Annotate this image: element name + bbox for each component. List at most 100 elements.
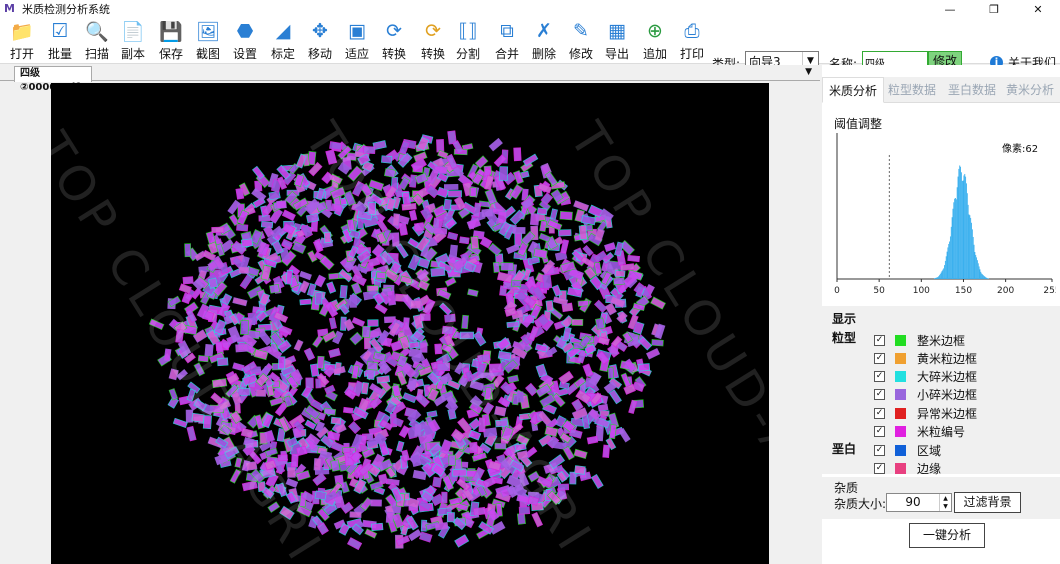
- display-option-label: 异常米边框: [917, 406, 978, 421]
- histogram-bar: [937, 277, 939, 279]
- tool-button-convert-color[interactable]: ⟳ 转换: [416, 20, 450, 62]
- maximize-button[interactable]: ❐: [972, 0, 1016, 18]
- tab-chalk-data[interactable]: 垩白数据: [948, 77, 996, 103]
- histogram-bar: [975, 254, 977, 279]
- tab-rice-analysis[interactable]: 米质分析: [822, 77, 885, 103]
- display-option-row[interactable]: ✓ 米粒编号: [874, 423, 965, 439]
- title-bar: M 米质检测分析系统 — ❐ ✕: [0, 0, 1060, 18]
- display-option-row[interactable]: ✓ 边缘: [874, 460, 941, 476]
- color-swatch: [895, 444, 906, 456]
- tab-list-dropdown-icon[interactable]: ▼: [805, 67, 812, 77]
- color-swatch: [895, 388, 906, 400]
- checkbox[interactable]: ✓: [874, 462, 885, 474]
- histogram-bar: [955, 199, 957, 279]
- tool-button-export[interactable]: ▦ 导出: [600, 20, 634, 62]
- tool-label: 导出: [604, 47, 629, 61]
- move-icon: ✥: [312, 20, 328, 42]
- document-tab[interactable]: 四级②00003.tif: [14, 66, 92, 93]
- tool-button-append[interactable]: ⊕ 追加: [638, 20, 672, 62]
- tool-button-split[interactable]: ⟦⟧ 分割: [451, 20, 485, 62]
- display-option-row[interactable]: ✓ 黄米粒边框: [874, 350, 977, 366]
- tab-grain-data[interactable]: 粒型数据: [888, 77, 936, 103]
- tab-yellow-analysis[interactable]: 黄米分析: [1006, 77, 1054, 103]
- filter-background-button[interactable]: 过滤背景: [954, 492, 1021, 513]
- tool-label: 删除: [531, 47, 556, 61]
- tool-button-folder[interactable]: 📁 打开: [5, 20, 39, 62]
- tool-button-screenshot[interactable]: 🖼 截图: [191, 20, 225, 62]
- tool-label: 打开: [9, 47, 34, 61]
- image-viewer[interactable]: TOP CLOUD-AGRI TOP CLOUD-AGRI TOP CLOUD-…: [51, 83, 769, 564]
- tool-button-print[interactable]: ⎙ 打印: [675, 20, 709, 62]
- tool-button-copy[interactable]: 📄 副本: [116, 20, 150, 62]
- tool-label: 标定: [270, 47, 295, 61]
- tool-button-batch[interactable]: ☑ 批量: [43, 20, 77, 62]
- histogram-bar: [978, 266, 980, 279]
- checkbox[interactable]: ✓: [874, 444, 885, 456]
- display-option-label: 米粒编号: [917, 424, 966, 439]
- tool-label: 追加: [642, 47, 667, 61]
- tool-button-save[interactable]: 💾 保存: [154, 20, 188, 62]
- checkbox[interactable]: ✓: [874, 425, 885, 437]
- histogram-bar: [962, 180, 964, 279]
- one-click-analyze-button[interactable]: 一键分析: [909, 523, 985, 548]
- calibrate-icon: ◢: [275, 20, 291, 42]
- display-option-label: 整米边框: [917, 333, 966, 348]
- tool-button-settings[interactable]: ⬣ 设置: [228, 20, 262, 62]
- close-button[interactable]: ✕: [1016, 0, 1060, 18]
- checkbox[interactable]: ✓: [874, 352, 885, 364]
- histogram-bar: [966, 183, 967, 279]
- stepper-down-icon[interactable]: ▼: [943, 503, 948, 510]
- edit-icon: ✎: [573, 20, 589, 42]
- tool-button-fit[interactable]: ▣ 适应: [340, 20, 374, 62]
- histogram-bar: [976, 257, 978, 279]
- document-tabbar: 四级②00003.tif ▼: [0, 65, 820, 93]
- histogram-bar: [987, 278, 988, 279]
- checkbox[interactable]: ✓: [874, 334, 885, 346]
- histogram-bar: [982, 274, 983, 279]
- histogram-bar: [940, 272, 942, 279]
- display-option-row[interactable]: ✓ 大碎米边框: [874, 368, 977, 384]
- impurity-section: 杂质 杂质大小: 90 ▲ ▼ 过滤背景: [822, 477, 1060, 519]
- display-option-row[interactable]: ✓ 区域: [874, 442, 941, 458]
- histogram-bar: [965, 176, 967, 279]
- display-option-row[interactable]: ✓ 小碎米边框: [874, 386, 977, 402]
- histogram-bar: [972, 236, 974, 279]
- tool-button-edit[interactable]: ✎ 修改: [564, 20, 598, 62]
- print-icon: ⎙: [684, 20, 700, 42]
- tool-label: 修改: [568, 47, 593, 61]
- histogram-bar: [985, 277, 987, 279]
- minimize-button[interactable]: —: [928, 0, 972, 18]
- impurity-size-value[interactable]: 90: [887, 494, 939, 511]
- tool-button-move[interactable]: ✥ 移动: [303, 20, 337, 62]
- checkbox[interactable]: ✓: [874, 407, 885, 419]
- histogram-bar: [970, 217, 972, 279]
- histogram-bar: [986, 277, 988, 279]
- panel-tabs: 米质分析 粒型数据 垩白数据 黄米分析: [822, 77, 1060, 103]
- histogram-bar: [966, 193, 968, 279]
- display-option-label: 小碎米边框: [917, 387, 978, 402]
- histogram-tick-label: 0: [834, 286, 840, 296]
- tool-button-scan[interactable]: 🔍 扫描: [80, 20, 114, 62]
- scan-icon: 🔍: [85, 20, 109, 43]
- histogram-bar: [983, 275, 985, 279]
- fit-icon: ▣: [348, 20, 366, 42]
- folder-icon: 📁: [10, 20, 34, 43]
- checkbox[interactable]: ✓: [874, 370, 885, 382]
- display-option-row[interactable]: ✓ 异常米边框: [874, 405, 977, 421]
- checkbox[interactable]: ✓: [874, 388, 885, 400]
- histogram-tick-label: 255: [1043, 286, 1056, 296]
- histogram-bar: [971, 229, 973, 279]
- tool-button-merge[interactable]: ⧉ 合并: [490, 20, 524, 62]
- tool-button-calibrate[interactable]: ◢ 标定: [266, 20, 300, 62]
- display-option-row[interactable]: ✓ 整米边框: [874, 332, 965, 348]
- chalkiness-label: 垩白: [832, 442, 857, 456]
- tool-button-delete[interactable]: ✗ 删除: [527, 20, 561, 62]
- stepper-up-icon[interactable]: ▲: [943, 495, 948, 502]
- impurity-size-stepper[interactable]: 90 ▲ ▼: [886, 493, 952, 512]
- window-title: 米质检测分析系统: [22, 3, 110, 16]
- display-option-label: 大碎米边框: [917, 369, 978, 384]
- color-swatch: [895, 334, 906, 346]
- histogram-bar: [950, 226, 952, 279]
- tool-button-convert[interactable]: ⟳ 转换: [377, 20, 411, 62]
- histogram-bar: [956, 187, 958, 279]
